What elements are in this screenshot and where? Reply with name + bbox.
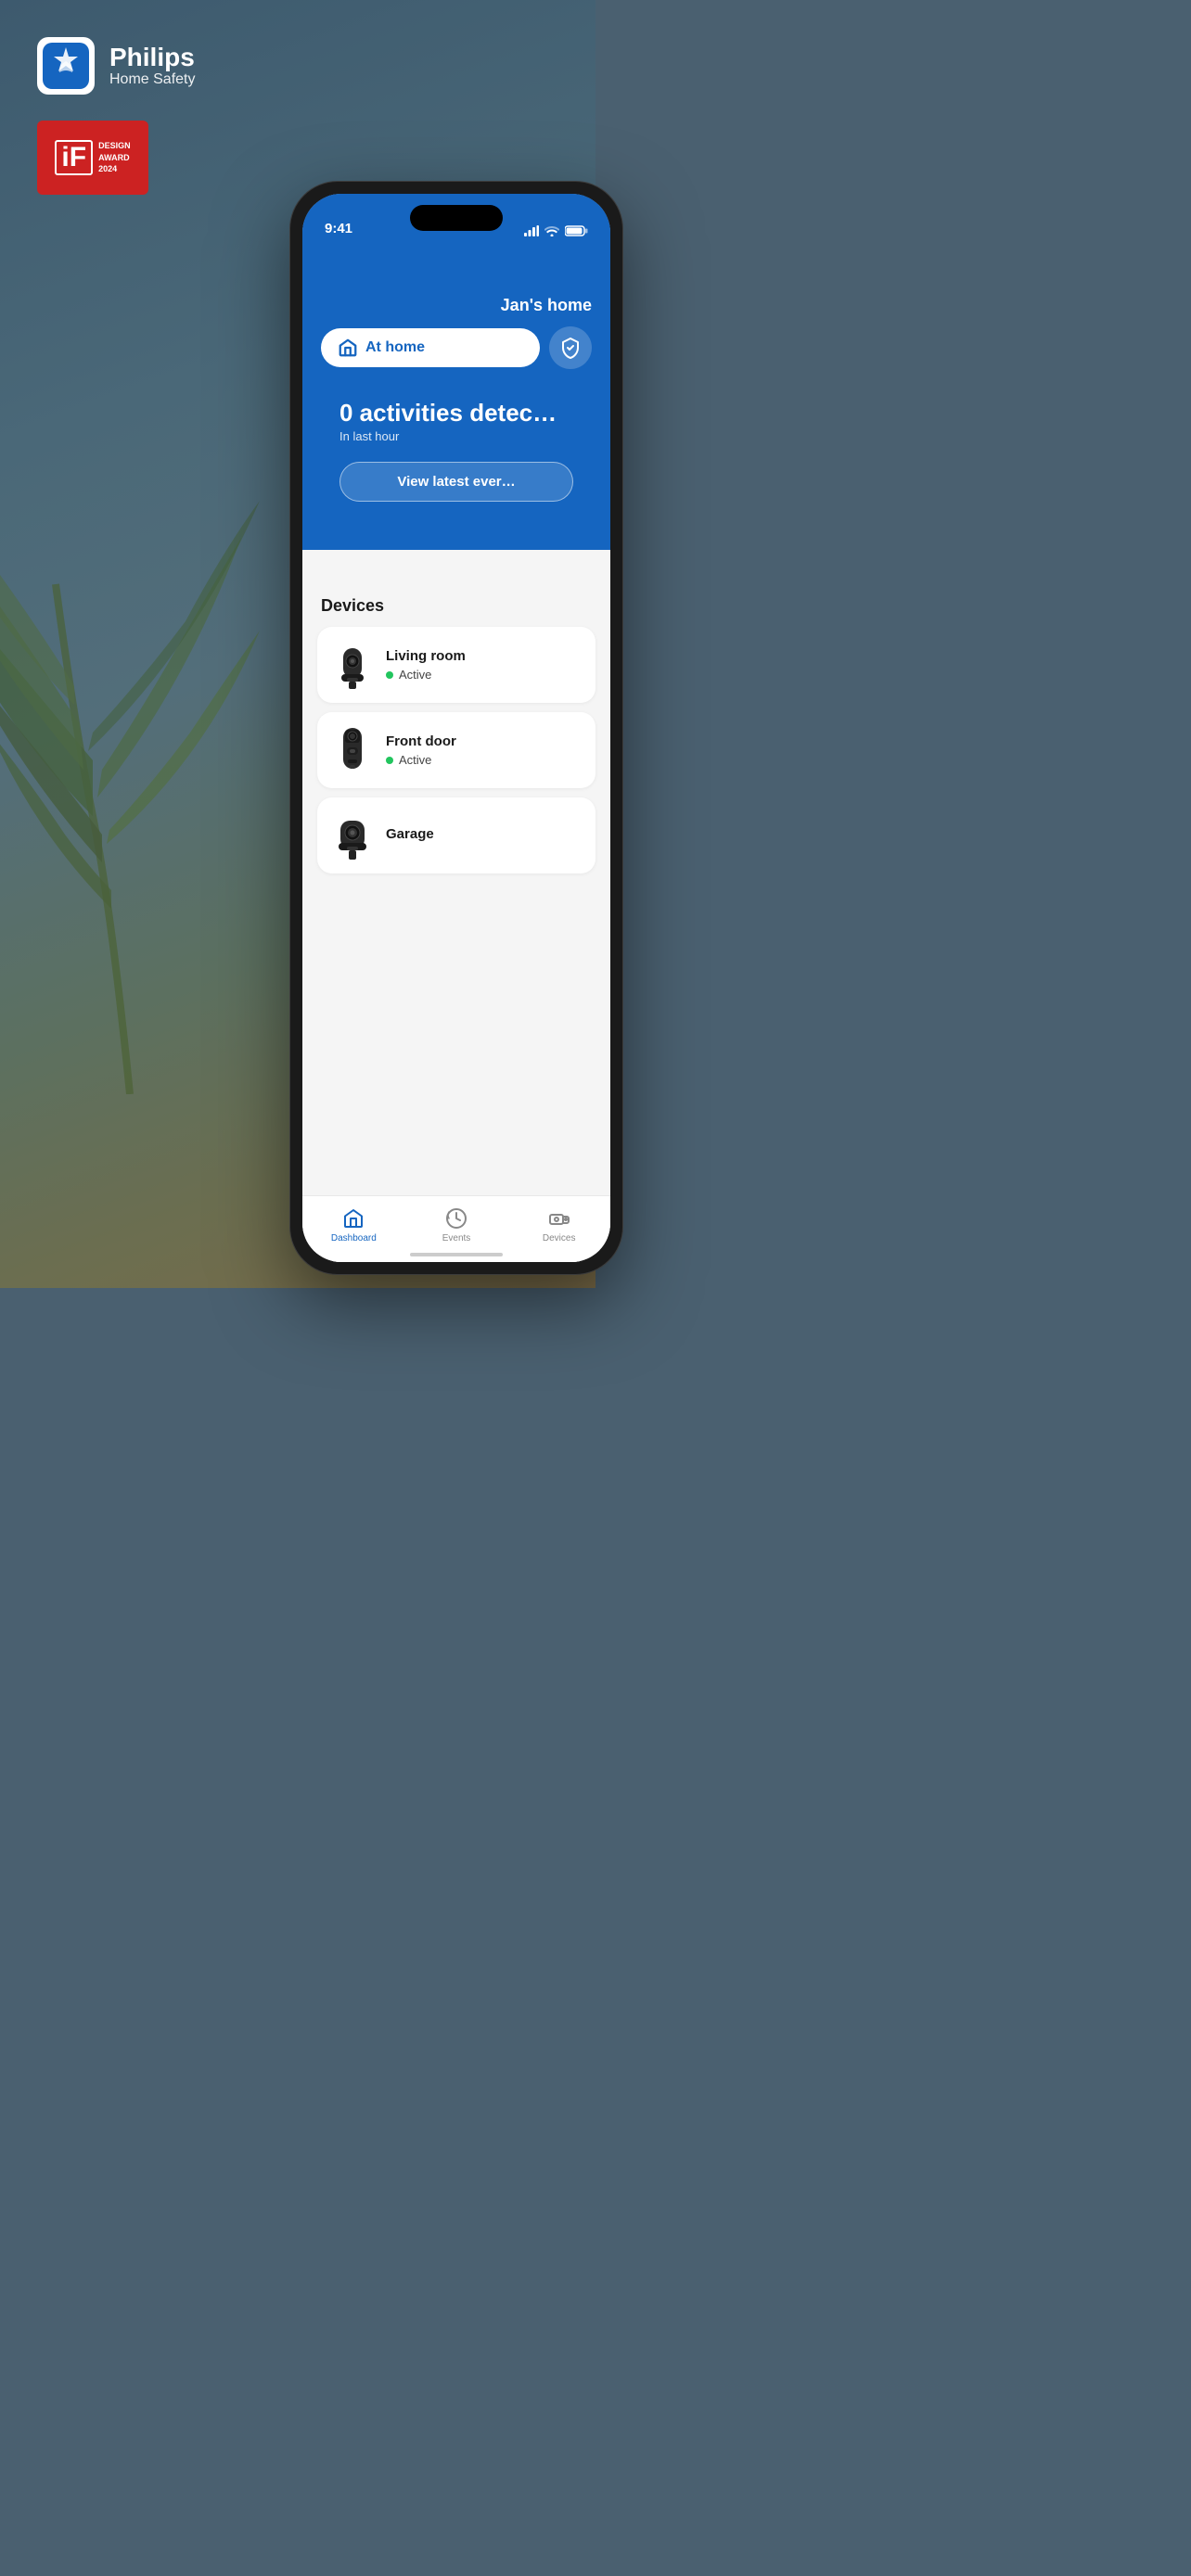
- award-if-label: iF: [55, 140, 93, 175]
- nav-item-devices[interactable]: Devices: [507, 1207, 610, 1243]
- nav-item-dashboard[interactable]: Dashboard: [302, 1207, 405, 1243]
- status-label-living-room: Active: [399, 668, 431, 682]
- device-name-garage: Garage: [386, 826, 581, 842]
- house-icon: [338, 338, 358, 358]
- phone-screen: 9:41: [302, 194, 610, 1262]
- phone-mockup: 9:41: [289, 181, 623, 1275]
- device-image-front-door: [332, 725, 373, 775]
- status-time: 9:41: [325, 221, 352, 236]
- award-text: DESIGN AWARD 2024: [98, 140, 131, 175]
- status-dot-living-room: [386, 671, 393, 679]
- home-indicator: [410, 1253, 503, 1256]
- device-status-front-door: Active: [386, 753, 581, 767]
- device-info-garage: Garage: [386, 826, 581, 846]
- mode-selector-row: At home: [321, 326, 592, 384]
- plant-decoration: [0, 260, 278, 1094]
- device-status-living-room: Active: [386, 668, 581, 682]
- app-header: 9:41: [302, 194, 610, 550]
- status-label-front-door: Active: [399, 753, 431, 767]
- wifi-icon: [544, 225, 559, 236]
- status-dot-front-door: [386, 757, 393, 764]
- device-name-living-room: Living room: [386, 648, 581, 664]
- brand-name: Philips: [109, 44, 195, 72]
- device-card-living-room[interactable]: Living room Active: [317, 627, 596, 703]
- shield-button[interactable]: [549, 326, 592, 369]
- brand-text: Philips Home Safety: [109, 44, 195, 89]
- phone-frame: 9:41: [289, 181, 623, 1275]
- home-title: Jan's home: [321, 244, 592, 326]
- devices-nav-icon: [548, 1207, 570, 1230]
- devices-nav-label: Devices: [543, 1233, 576, 1243]
- view-latest-button[interactable]: View latest ever…: [339, 462, 573, 502]
- brand-header: Philips Home Safety: [37, 37, 195, 95]
- signal-icon: [524, 225, 539, 236]
- award-badge: iF DESIGN AWARD 2024: [37, 121, 148, 195]
- battery-icon: [565, 225, 588, 236]
- brand-subtitle: Home Safety: [109, 71, 195, 88]
- dynamic-island: [410, 205, 503, 231]
- award-year: 2024: [98, 163, 131, 175]
- activities-subtitle: In last hour: [339, 429, 573, 443]
- device-image-living-room: [332, 640, 373, 690]
- device-info-living-room: Living room Active: [386, 648, 581, 682]
- device-card-garage[interactable]: Garage: [317, 797, 596, 874]
- activities-section: 0 activities detec… In last hour: [321, 384, 592, 451]
- award-award: AWARD: [98, 152, 131, 164]
- nav-item-events[interactable]: Events: [405, 1207, 508, 1243]
- device-card-front-door[interactable]: Front door Active: [317, 712, 596, 788]
- device-name-front-door: Front door: [386, 733, 581, 749]
- shield-check-icon: [559, 337, 582, 359]
- award-design: DESIGN: [98, 140, 131, 152]
- app-content: 9:41: [302, 194, 610, 1262]
- events-nav-label: Events: [442, 1233, 471, 1243]
- device-info-front-door: Front door Active: [386, 733, 581, 767]
- status-icons: [524, 225, 588, 236]
- dashboard-nav-icon: [342, 1207, 365, 1230]
- philips-logo: [37, 37, 95, 95]
- events-nav-icon: [445, 1207, 467, 1230]
- device-image-garage: [332, 810, 373, 861]
- dashboard-nav-label: Dashboard: [331, 1233, 377, 1243]
- devices-title: Devices: [317, 596, 596, 616]
- mode-pill[interactable]: At home: [321, 328, 540, 367]
- devices-section: Devices: [302, 550, 610, 1262]
- mode-label: At home: [365, 339, 425, 356]
- activities-count: 0 activities detec…: [339, 399, 573, 427]
